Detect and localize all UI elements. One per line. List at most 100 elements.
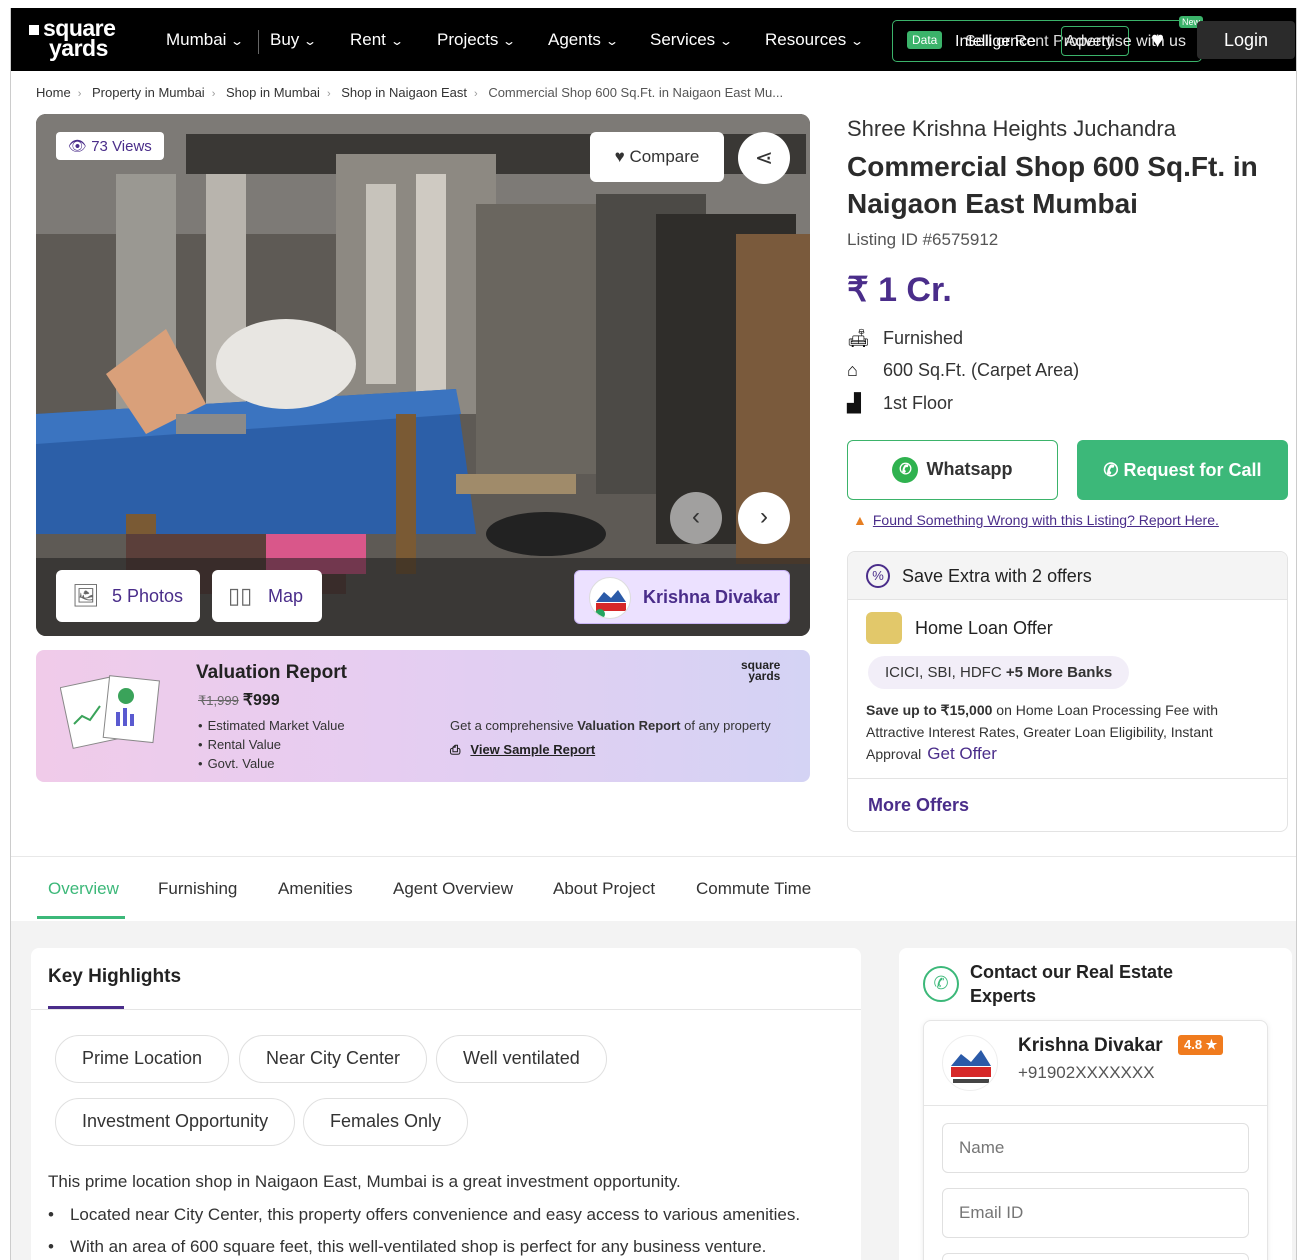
map-label: Map (268, 586, 304, 606)
photo-gallery[interactable]: 👁 73 Views ♥ Compare ⋖ ‹ › 🖼 5 Photos ▯▯ M… (36, 114, 810, 636)
advertise-link[interactable]: Advertise with us (1065, 33, 1186, 51)
breadcrumb-shop-mumbai[interactable]: Shop in Mumbai (226, 85, 320, 100)
stairs-icon: ▟ (847, 393, 861, 413)
more-offers-link[interactable]: More Offers (848, 778, 1287, 831)
chevron-down-icon: ⌄ (850, 34, 865, 48)
home-loan-offer-title: Home Loan Offer (915, 618, 1053, 638)
breadcrumb-current: Commercial Shop 600 Sq.Ft. in Naigaon Ea… (488, 85, 784, 100)
home-icon: ⌂ (847, 360, 858, 380)
highlight-chip: Investment Opportunity (55, 1098, 296, 1146)
valuation-desc-post: of any property (680, 718, 771, 733)
highlight-bullet: With an area of 600 square feet, this we… (48, 1237, 766, 1257)
whatsapp-button[interactable]: ✆ Whatsapp (847, 440, 1058, 500)
agent-avatar (942, 1035, 998, 1091)
heart-icon[interactable]: ♥ (1151, 27, 1164, 53)
valuation-bullet: Rental Value (198, 735, 345, 754)
valuation-banner[interactable]: Valuation Report ₹1,999₹999 Estimated Ma… (36, 650, 810, 782)
login-button[interactable]: Login (1197, 21, 1295, 59)
valuation-description: Get a comprehensive Valuation Report of … (450, 718, 771, 733)
chevron-down-icon: ⌄ (303, 34, 318, 48)
chevron-right-icon: › (760, 503, 768, 530)
active-tab-indicator (37, 916, 125, 919)
agent-rating-badge: 4.8 ★ (1178, 1035, 1224, 1055)
tab-amenities[interactable]: Amenities (278, 879, 353, 899)
request-call-label: Request for Call (1123, 460, 1262, 480)
agent-contact-box: Krishna Divakar 4.8 ★ +91902XXXXXXX (923, 1020, 1268, 1260)
agent-chip-name: Krishna Divakar (643, 587, 781, 607)
highlight-chip: Near City Center (239, 1035, 428, 1083)
chevron-down-icon: ⌄ (502, 34, 517, 48)
compare-button[interactable]: ♥ Compare (590, 132, 724, 182)
chevron-right-icon: › (326, 88, 331, 100)
banks-pill[interactable]: ICICI, SBI, HDFC +5 More Banks (868, 656, 1130, 689)
nav-projects[interactable]: Projects ⌄ (437, 30, 517, 50)
nav-agents[interactable]: Agents ⌄ (548, 30, 620, 50)
nav-buy[interactable]: Buy ⌄ (270, 30, 318, 50)
highlight-chip: Females Only (303, 1098, 469, 1146)
section-divider (31, 1009, 861, 1010)
view-sample-report-link[interactable]: ⎙ View Sample Report (450, 742, 595, 758)
valuation-logo-2: yards (748, 669, 781, 683)
nav-resources-label: Resources (765, 30, 847, 49)
report-illustration (60, 675, 160, 749)
get-offer-link[interactable]: Get Offer (927, 744, 997, 763)
valuation-bullet: Estimated Market Value (198, 716, 345, 735)
tab-about-project[interactable]: About Project (553, 879, 655, 899)
nav-services[interactable]: Services ⌄ (650, 30, 734, 50)
phone-icon: ✆ (923, 966, 959, 1002)
title-underline (48, 1006, 124, 1009)
valuation-bullets: Estimated Market Value Rental Value Govt… (198, 716, 345, 773)
chevron-down-icon: ⌄ (719, 34, 734, 48)
name-input[interactable] (942, 1123, 1249, 1173)
chevron-right-icon: › (474, 88, 478, 100)
listing-id: Listing ID #6575912 (847, 230, 999, 249)
agent-divider (924, 1105, 1267, 1106)
chevron-left-icon: ‹ (692, 503, 700, 530)
sofa-icon: 🛋 (847, 328, 870, 348)
valuation-title: Valuation Report (196, 662, 347, 683)
nav-services-label: Services (650, 30, 716, 49)
phone-input[interactable] (942, 1253, 1249, 1260)
tab-overview[interactable]: Overview (48, 879, 119, 899)
request-call-button[interactable]: ✆ Request for Call (1077, 440, 1288, 500)
nav-agents-label: Agents (548, 30, 601, 49)
valuation-new-price: ₹999 (242, 692, 280, 709)
logo[interactable]: square yards (29, 17, 139, 60)
photos-button[interactable]: 🖼 5 Photos (56, 570, 200, 622)
chevron-down-icon: ⌄ (604, 34, 620, 48)
offers-header: % Save Extra with 2 offers (848, 552, 1287, 600)
chevron-right-icon: › (211, 88, 216, 100)
email-input[interactable] (942, 1188, 1249, 1238)
chevron-down-icon: ⌄ (230, 34, 245, 48)
nav-mumbai[interactable]: Mumbai ⌄ (166, 30, 245, 50)
agent-avatar (589, 577, 631, 619)
next-photo-button[interactable]: › (738, 492, 790, 544)
project-name[interactable]: Shree Krishna Heights Juchandra (847, 116, 1176, 142)
map-button[interactable]: ▯▯ Map (212, 570, 322, 622)
chevron-right-icon: › (77, 88, 82, 100)
breadcrumb-home[interactable]: Home (36, 85, 71, 100)
breadcrumb-shop-naigaon[interactable]: Shop in Naigaon East (341, 85, 467, 100)
offers-card: % Save Extra with 2 offers Home Loan Offe… (847, 551, 1288, 832)
share-button[interactable]: ⋖ (738, 132, 790, 184)
nav-rent[interactable]: Rent ⌄ (350, 30, 404, 50)
report-listing-link[interactable]: ▲ Found Something Wrong with this Listing… (853, 512, 1219, 528)
breadcrumb-property-mumbai[interactable]: Property in Mumbai (92, 85, 205, 100)
contact-title: Contact our Real Estate Experts (970, 962, 1174, 1006)
whatsapp-icon: ✆ (892, 457, 919, 484)
prev-photo-button[interactable]: ‹ (670, 492, 722, 544)
nav-actions-box: Data Intelligence Sell or Rent Property … (892, 20, 1202, 62)
tab-agent-overview[interactable]: Agent Overview (393, 879, 513, 899)
tab-commute-time[interactable]: Commute Time (696, 879, 811, 899)
key-highlights-title: Key Highlights (48, 966, 182, 987)
discount-icon: % (866, 564, 890, 588)
highlights-description: This prime location shop in Naigaon East… (48, 1172, 681, 1191)
offer-text: Save up to ₹15,000 on Home Loan Processi… (866, 699, 1271, 765)
contact-card: ✆ Contact our Real Estate Experts Krishn… (899, 948, 1292, 1260)
tab-furnishing[interactable]: Furnishing (158, 879, 237, 899)
page-frame: square yards Mumbai ⌄ Buy ⌄ Rent ⌄ Projects… (10, 8, 1297, 1260)
views-badge: 👁 73 Views (56, 132, 164, 160)
agent-chip[interactable]: Krishna Divakar (574, 570, 790, 624)
valuation-desc-bold: Valuation Report (577, 718, 681, 733)
nav-resources[interactable]: Resources ⌄ (765, 30, 865, 50)
